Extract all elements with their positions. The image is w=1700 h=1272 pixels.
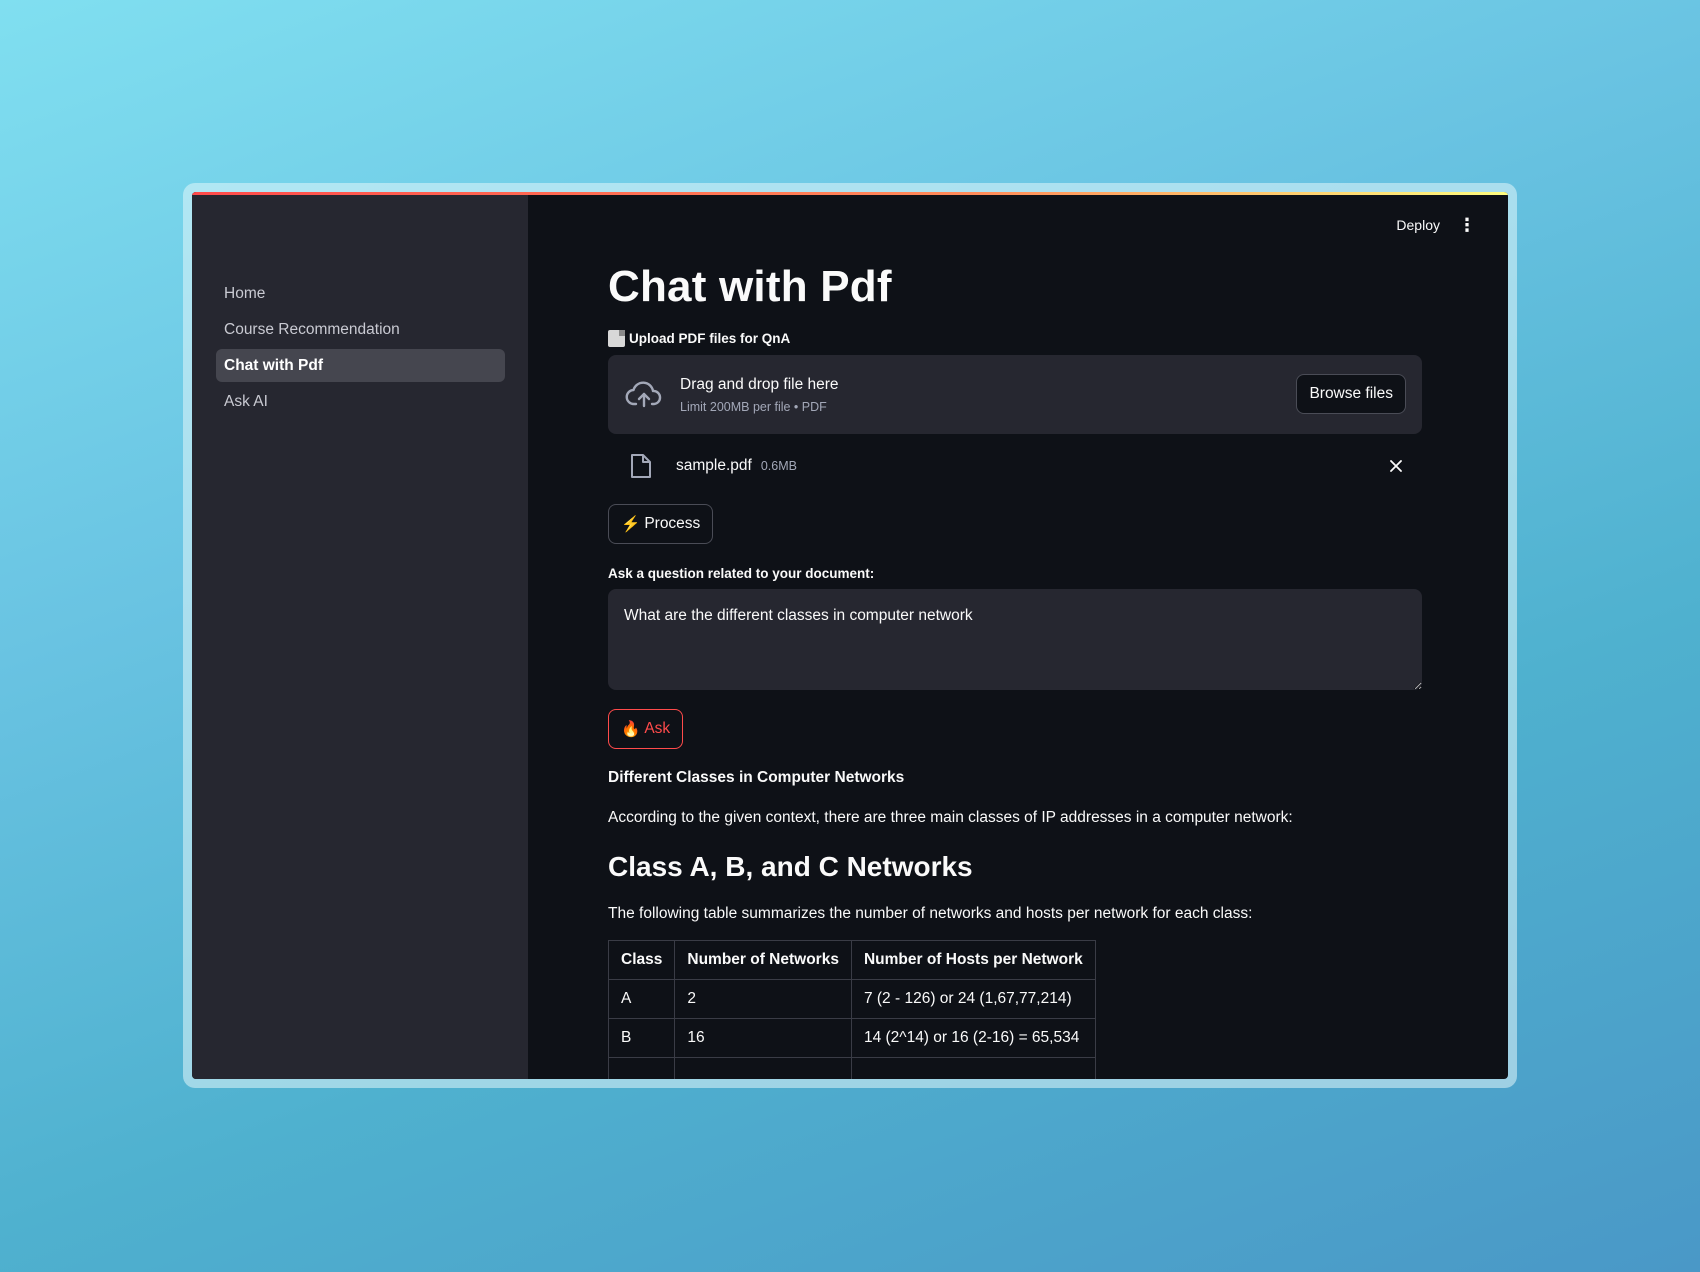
table-header-networks: Number of Networks [674,940,852,980]
table-cell: 14 (2^14) or 16 (2-16) = 65,534 [850,1018,1096,1058]
answer-intro: According to the given context, there ar… [608,809,1293,826]
top-decoration-bar [192,192,1508,195]
network-classes-table: Class Number of Networks Number of Hosts… [607,940,1096,1079]
lightning-icon: ⚡ [621,515,641,533]
process-button[interactable]: ⚡ Process [608,504,714,544]
main-content: Chat with Pdf Upload PDF files for QnA D… [607,262,1422,1079]
table-header-hosts: Number of Hosts per Network [850,940,1096,980]
table-cell: 7 (2 - 126) or 24 (1,67,77,214) [850,979,1096,1019]
table-row [607,1057,1096,1079]
kebab-menu-icon[interactable]: ⋮ [1458,216,1476,234]
question-textarea[interactable]: What are the different classes in comput… [608,589,1422,690]
table-cell [850,1057,1096,1079]
table-header-row: Class Number of Networks Number of Hosts… [607,940,1096,980]
answer-table-intro: The following table summarizes the numbe… [608,905,1253,922]
table-row: A 2 7 (2 - 126) or 24 (1,67,77,214) [607,979,1096,1019]
page-title: Chat with Pdf [608,262,892,311]
table-header-class: Class [607,940,676,980]
header-actions: Deploy ⋮ [1396,216,1476,234]
sidebar-item-course-recommendation[interactable]: Course Recommendation [216,313,505,346]
table-row: B 16 14 (2^14) or 16 (2-16) = 65,534 [607,1018,1096,1058]
dropzone-limit: Limit 200MB per file • PDF [680,399,827,414]
cloud-upload-icon [625,380,662,407]
file-dropzone[interactable]: Drag and drop file here Limit 200MB per … [608,355,1422,434]
app-window: Home Course Recommendation Chat with Pdf… [192,192,1508,1079]
deploy-button[interactable]: Deploy [1396,217,1440,233]
answer-heading: Class A, B, and C Networks [608,851,973,882]
table-cell [607,1057,676,1079]
sidebar-item-home[interactable]: Home [216,277,505,310]
table-cell: 2 [674,979,852,1019]
sidebar-item-chat-with-pdf[interactable]: Chat with Pdf [216,349,505,382]
app-window-frame: Home Course Recommendation Chat with Pdf… [183,183,1517,1088]
upload-label-text: Upload PDF files for QnA [629,331,791,346]
file-name: sample.pdf [676,457,752,474]
question-label: Ask a question related to your document: [608,566,875,581]
fire-icon: 🔥 [621,720,641,738]
dropzone-text: Drag and drop file here Limit 200MB per … [680,376,839,414]
sidebar: Home Course Recommendation Chat with Pdf… [192,192,528,1079]
table-cell: 16 [674,1018,852,1058]
dropzone-instruction: Drag and drop file here [680,375,839,393]
upload-label: Upload PDF files for QnA [608,330,1422,347]
file-icon [631,454,651,478]
process-button-label: Process [644,515,701,532]
document-icon [608,330,625,347]
table-cell [674,1057,852,1079]
ask-button[interactable]: 🔥 Ask [608,709,684,749]
ask-button-label: Ask [644,720,671,737]
table-cell: A [607,979,676,1019]
answer-title: Different Classes in Computer Networks [608,769,905,786]
sidebar-item-ask-ai[interactable]: Ask AI [216,385,505,418]
uploaded-file-row: sample.pdf 0.6MB [608,434,1422,498]
main-area: Deploy ⋮ Chat with Pdf Upload PDF files … [528,192,1508,1079]
close-icon[interactable] [1388,458,1404,474]
browse-files-button[interactable]: Browse files [1296,374,1406,414]
table-cell: B [607,1018,676,1058]
file-size: 0.6MB [760,459,797,473]
